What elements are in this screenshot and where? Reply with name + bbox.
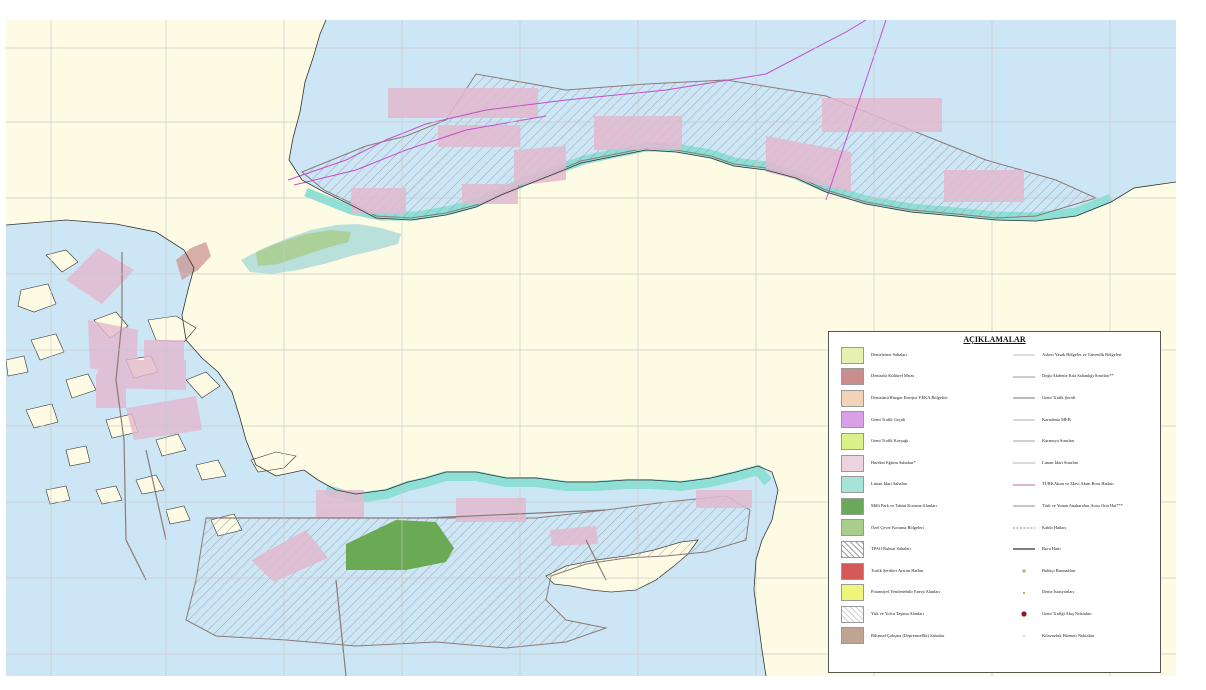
legend-item: Gemi Trafik Kavşağı xyxy=(841,432,1001,450)
legend-symbol-mark xyxy=(1022,569,1026,573)
legend-item-label: Gemi Trafik Şeridi xyxy=(1042,394,1076,400)
legend-item-label: Gemi Trafik Kavşağı xyxy=(871,438,909,444)
legend-item: Liman İdari Sınırları xyxy=(1013,454,1159,472)
legend-symbol xyxy=(1013,397,1035,399)
legend-item: Karadeniz MEB xyxy=(1013,411,1159,429)
legend-swatch xyxy=(841,584,864,602)
legend-item-label: Boru Hattı xyxy=(1042,546,1061,552)
legend-item-label: Milli Park ve Tabiat Koruma Alanları xyxy=(871,502,937,508)
legend-item-label: Türk ve Yunan Anakaraları Arası Orta Hat… xyxy=(1042,502,1123,508)
legend-item-label: Karasuyu Sınırları xyxy=(1042,438,1075,444)
legend-symbol xyxy=(1022,634,1026,637)
legend-item-label: TPAO Ruhsat Sahaları xyxy=(871,546,911,552)
legend-item: Denizlerme Sahaları xyxy=(841,346,1001,364)
legend-swatch xyxy=(841,562,864,580)
legend-item: TPAO Ruhsat Sahaları xyxy=(841,540,1001,558)
legend-item: Özel Çevre Koruma Bölgeleri xyxy=(841,519,1001,537)
legend-swatch xyxy=(841,454,864,472)
legend-item: Boru Hattı xyxy=(1013,540,1159,558)
legend-symbol xyxy=(1022,591,1026,594)
legend-item-label: Balıkçı Barınakları xyxy=(1042,567,1076,573)
legend-item: Trafik Şeritleri Ayırım Hatları xyxy=(841,562,1001,580)
legend-item-label: Kablo Hatları xyxy=(1042,524,1067,530)
legend-symbol xyxy=(1013,484,1035,486)
legend-item: Karasuyu Sınırları xyxy=(1013,432,1159,450)
legend-swatch xyxy=(841,605,864,623)
legend-swatch xyxy=(841,497,864,515)
legend-item: Yük ve Yolcu Taşıma Alanları xyxy=(841,605,1001,623)
legend-item: Gemi Trafik Geçidi xyxy=(841,411,1001,429)
legend-swatch xyxy=(841,368,864,386)
legend-item: Hareket Eğitim Sahaları* xyxy=(841,454,1001,472)
legend-item-label: Denizüstü Rüzgar Enerjisi YEKA Bölgeleri xyxy=(871,394,948,400)
legend-symbol-mark xyxy=(1021,611,1027,617)
legend-symbol xyxy=(1021,611,1027,617)
legend-item: Kablo Hatları xyxy=(1013,519,1159,537)
legend-symbol xyxy=(1013,354,1035,356)
legend-swatch xyxy=(841,346,864,364)
legend-item-label: Denizaltı Kültürel Miras xyxy=(871,373,915,379)
legend-swatch xyxy=(841,476,864,494)
legend-item-label: Karadeniz MEB xyxy=(1042,416,1071,422)
legend-swatch xyxy=(841,540,864,558)
legend-item-label: Denizlerme Sahaları xyxy=(871,351,907,357)
legend-swatch xyxy=(841,627,864,645)
legend-item: Türk ve Yunan Anakaraları Arası Orta Hat… xyxy=(1013,497,1159,515)
legend-item-label: Gemi Trafiği Akış Noktaları xyxy=(1042,610,1092,616)
legend-item-label: Deniz İstasyonları xyxy=(1042,589,1075,595)
legend-symbol-mark xyxy=(1022,591,1026,594)
legend-item-label: Bilimsel Çalışma (Depremsellik) Sahaları xyxy=(871,632,945,638)
legend-swatch xyxy=(841,389,864,407)
legend-symbol-mark xyxy=(1022,634,1026,637)
legend-item: TÜRKAkım ve Mavi Akım Boru Hatları xyxy=(1013,476,1159,494)
legend-symbol xyxy=(1022,569,1026,573)
legend-symbol xyxy=(1013,505,1035,507)
legend-swatch xyxy=(841,432,864,450)
legend-swatch xyxy=(841,519,864,537)
legend-item-label: Liman İdari Sahaları xyxy=(871,481,908,487)
legend-item: Gemi Trafiği Akış Noktaları xyxy=(1013,605,1159,623)
legend-item: Milli Park ve Tabiat Koruma Alanları xyxy=(841,497,1001,515)
legend-item-label: Özel Çevre Koruma Bölgeleri xyxy=(871,524,924,530)
legend-item: Askeri Yasak Bölgeler ve Güvenlik Bölgel… xyxy=(1013,346,1159,364)
legend-symbol xyxy=(1013,419,1035,421)
legend-swatch xyxy=(841,411,864,429)
legend-item-label: Askeri Yasak Bölgeler ve Güvenlik Bölgel… xyxy=(1042,351,1122,357)
legend-item-label: Liman İdari Sınırları xyxy=(1042,459,1079,465)
legend-item: Potansiyel Yenilenebilir Enerji Alanları xyxy=(841,584,1001,602)
legend-item: Doğu Akdeniz Kıta Sahanlığı Sınırları** xyxy=(1013,368,1159,386)
legend-item: Denizaltı Kültürel Miras xyxy=(841,368,1001,386)
legend-item-label: Doğu Akdeniz Kıta Sahanlığı Sınırları** xyxy=(1042,373,1114,379)
legend-item-label: Gemi Trafik Geçidi xyxy=(871,416,906,422)
legend-item: Deniz İstasyonları xyxy=(1013,584,1159,602)
legend-item: Gemi Trafik Şeridi xyxy=(1013,389,1159,407)
legend-item-label: Kılavuzluk Hizmeti Noktaları xyxy=(1042,632,1095,638)
legend-item-label: Hareket Eğitim Sahaları* xyxy=(871,459,916,465)
legend-symbol xyxy=(1013,376,1035,378)
legend-item: Balıkçı Barınakları xyxy=(1013,562,1159,580)
legend-symbol xyxy=(1013,462,1035,464)
legend-symbol xyxy=(1013,548,1035,551)
legend-item-label: TÜRKAkım ve Mavi Akım Boru Hatları xyxy=(1042,481,1114,487)
legend-item-label: Trafik Şeritleri Ayırım Hatları xyxy=(871,567,924,573)
map-legend: AÇIKLAMALAR Denizlerme Sahaları Denizaltı… xyxy=(828,331,1161,673)
legend-item-label: Potansiyel Yenilenebilir Enerji Alanları xyxy=(871,589,941,595)
legend-item: Bilimsel Çalışma (Depremsellik) Sahaları xyxy=(841,627,1001,645)
legend-title: AÇIKLAMALAR xyxy=(963,335,1026,344)
legend-item: Liman İdari Sahaları xyxy=(841,476,1001,494)
legend-item: Kılavuzluk Hizmeti Noktaları xyxy=(1013,627,1159,645)
legend-symbol xyxy=(1013,440,1035,442)
legend-symbol xyxy=(1013,527,1035,529)
legend-item-label: Yük ve Yolcu Taşıma Alanları xyxy=(871,610,924,616)
legend-item: Denizüstü Rüzgar Enerjisi YEKA Bölgeleri xyxy=(841,389,1001,407)
